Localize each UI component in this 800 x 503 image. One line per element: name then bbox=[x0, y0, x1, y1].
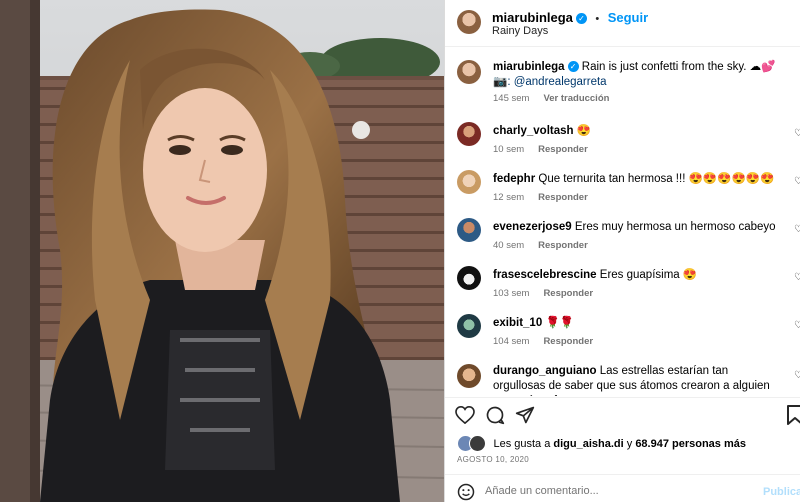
comment-meta: 40 sem Responder bbox=[493, 240, 588, 251]
post-caption: miarubinlega ✓ Rain is just confetti from… bbox=[445, 54, 800, 114]
reply-button[interactable]: Responder bbox=[543, 336, 593, 347]
comment-time[interactable]: 10 sem bbox=[493, 144, 524, 155]
comment-like-icon[interactable]: ♡ bbox=[794, 224, 800, 235]
reply-button[interactable]: Responder bbox=[538, 192, 588, 203]
translate-link[interactable]: Ver traducción bbox=[543, 93, 609, 104]
comment-like-icon[interactable]: ♡ bbox=[794, 176, 800, 187]
comment-meta: 104 sem Responder bbox=[493, 336, 593, 347]
comment-meta: 10 sem Responder bbox=[493, 144, 588, 155]
comments-list[interactable]: charly_voltash 😍 10 sem Responder ♡ fedep… bbox=[445, 116, 800, 396]
comment-username[interactable]: frasescelebrescine bbox=[493, 269, 597, 281]
comment-item: frasescelebrescine Eres guapísima 😍 103 … bbox=[445, 264, 800, 308]
dot-separator: • bbox=[595, 13, 600, 25]
likes-prefix: Les gusta a bbox=[493, 437, 551, 450]
post-side-panel: miarubinlega ✓ • Seguir Rainy Days miarub… bbox=[444, 0, 800, 502]
comment-input[interactable] bbox=[485, 481, 745, 501]
publish-button[interactable]: Publicar bbox=[763, 486, 800, 498]
comment-username[interactable]: fedephr bbox=[493, 173, 535, 185]
comment-icon[interactable] bbox=[485, 405, 505, 425]
add-comment-bar: Publicar bbox=[445, 474, 800, 503]
likes-count[interactable]: 68.947 personas más bbox=[635, 438, 746, 450]
comment-avatar[interactable] bbox=[457, 314, 481, 338]
comment-item: durango_anguiano Las estrellas estarían … bbox=[445, 360, 800, 396]
comment-like-icon[interactable]: ♡ bbox=[794, 320, 800, 331]
comment-avatar[interactable] bbox=[457, 122, 481, 146]
comment-like-icon[interactable]: ♡ bbox=[794, 128, 800, 139]
reply-button[interactable]: Responder bbox=[538, 240, 588, 251]
comment-avatar[interactable] bbox=[457, 364, 481, 388]
bookmark-icon[interactable] bbox=[787, 405, 800, 425]
verified-badge-icon: ✓ bbox=[567, 61, 579, 72]
liker-avatar[interactable] bbox=[469, 435, 486, 453]
comment-item: charly_voltash 😍 10 sem Responder ♡ bbox=[445, 120, 800, 164]
comment-item: fedephr Que ternurita tan hermosa !!! 😍😍… bbox=[445, 168, 800, 212]
comment-text: 😍 bbox=[576, 125, 592, 137]
emoji-icon[interactable] bbox=[457, 483, 475, 501]
caption-meta: 145 sem Ver traducción bbox=[493, 93, 609, 104]
follow-button[interactable]: Seguir bbox=[608, 10, 648, 25]
likes-user[interactable]: digu_aisha.di bbox=[553, 438, 623, 450]
caption-text: Rain is just confetti from the sky. ☁💕 bbox=[581, 61, 776, 73]
comment-text: Eres guapísima 😍 bbox=[599, 269, 698, 281]
post-photo[interactable] bbox=[0, 0, 444, 502]
comment-username[interactable]: evenezerjose9 bbox=[493, 221, 572, 233]
caption-avatar[interactable] bbox=[457, 60, 481, 84]
comment-text: 🌹🌹 bbox=[545, 317, 575, 329]
comment-item: exibit_10 🌹🌹 104 sem Responder ♡ bbox=[445, 312, 800, 356]
caption-time[interactable]: 145 sem bbox=[493, 93, 529, 104]
post-image bbox=[0, 0, 444, 502]
post-date[interactable]: AGOSTO 10, 2020 bbox=[457, 455, 529, 464]
comment-username[interactable]: durango_anguiano bbox=[493, 365, 597, 377]
comment-like-icon[interactable]: ♡ bbox=[794, 370, 800, 381]
post-actions bbox=[445, 397, 800, 432]
comment-username[interactable]: exibit_10 bbox=[493, 317, 542, 329]
comment-username[interactable]: charly_voltash bbox=[493, 125, 574, 137]
comment-meta: 12 sem Responder bbox=[493, 192, 588, 203]
comment-avatar[interactable] bbox=[457, 266, 481, 290]
reply-button[interactable]: Responder bbox=[538, 144, 588, 155]
heart-icon[interactable] bbox=[455, 406, 475, 424]
comment-time[interactable]: 12 sem bbox=[493, 192, 524, 203]
comment-avatar[interactable] bbox=[457, 218, 481, 242]
comment-time[interactable]: 103 sem bbox=[493, 288, 529, 299]
comment-time[interactable]: 104 sem bbox=[493, 336, 529, 347]
reply-button[interactable]: Responder bbox=[543, 288, 593, 299]
author-avatar[interactable] bbox=[457, 10, 481, 34]
comment-text: Eres muy hermosa un hermoso cabeyo bbox=[574, 221, 776, 233]
post-header: miarubinlega ✓ • Seguir Rainy Days bbox=[445, 0, 800, 47]
post-location[interactable]: Rainy Days bbox=[492, 25, 548, 37]
comment-meta: 103 sem Responder bbox=[493, 288, 593, 299]
send-icon[interactable] bbox=[515, 405, 535, 425]
comment-text: Que ternurita tan hermosa !!! 😍😍😍😍😍😍 bbox=[538, 173, 775, 185]
comment-time[interactable]: 40 sem bbox=[493, 240, 524, 251]
caption-credit[interactable]: 📷: @andrealegarreta bbox=[493, 76, 607, 88]
author-username[interactable]: miarubinlega bbox=[492, 10, 573, 25]
comment-like-icon[interactable]: ♡ bbox=[794, 272, 800, 283]
likes-row: Les gusta a digu_aisha.di y 68.947 perso… bbox=[457, 435, 797, 453]
comment-item: evenezerjose9 Eres muy hermosa un hermos… bbox=[445, 216, 800, 260]
verified-badge-icon: ✓ bbox=[575, 13, 587, 24]
likes-and: y bbox=[626, 437, 633, 450]
caption-username[interactable]: miarubinlega bbox=[493, 61, 565, 73]
comment-avatar[interactable] bbox=[457, 170, 481, 194]
